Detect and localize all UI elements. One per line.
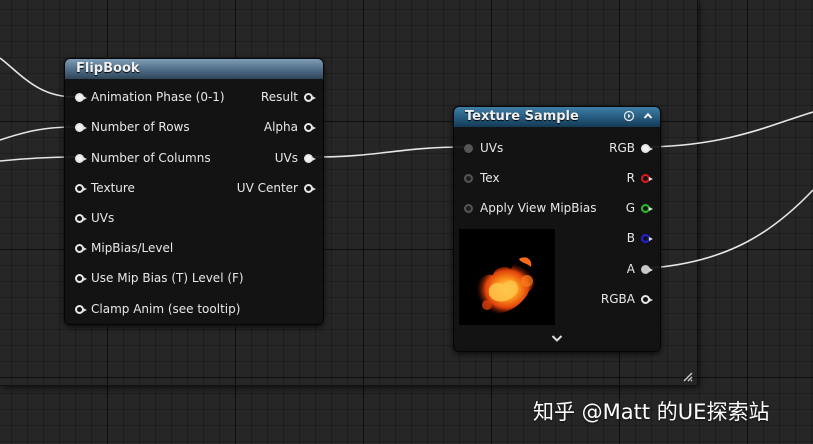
input-pin-number-of-rows[interactable]: Number of Rows <box>75 119 190 135</box>
pin-empty-icon[interactable] <box>75 273 87 283</box>
pin-label: UVs <box>91 211 115 225</box>
input-pin-use-mip-bias[interactable]: Use Mip Bias (T) Level (F) <box>75 270 244 286</box>
pin-connected-icon[interactable] <box>304 153 316 163</box>
pin-empty-icon[interactable] <box>641 294 653 304</box>
pin-connected-icon[interactable] <box>641 143 653 153</box>
pin-label: RGB <box>609 141 635 155</box>
input-pin-mipbias-level[interactable]: MipBias/Level <box>75 240 173 256</box>
texture-sample-node[interactable]: Texture Sample UVs Tex Apply View MipBia… <box>453 106 661 352</box>
input-pin-apply-view-mipbias[interactable]: Apply View MipBias <box>464 200 596 216</box>
output-pin-uvs[interactable]: UVs <box>274 150 316 166</box>
pin-label: Animation Phase (0-1) <box>91 90 225 104</box>
output-pin-b[interactable]: B <box>626 230 653 246</box>
pin-empty-icon[interactable] <box>464 173 473 183</box>
pin-label: G <box>625 201 635 215</box>
flipbook-node[interactable]: FlipBook Animation Phase (0-1) Number of… <box>64 58 324 325</box>
watermark-text: 知乎 @Matt 的UE探索站 <box>533 400 770 424</box>
pin-label: UV Center <box>236 181 298 195</box>
pin-label: B <box>626 231 635 245</box>
pin-label: Number of Rows <box>91 120 190 134</box>
chevron-down-icon[interactable] <box>549 333 565 345</box>
pin-blue-channel-icon[interactable] <box>641 233 653 243</box>
pin-empty-icon[interactable] <box>304 92 316 102</box>
pin-empty-icon[interactable] <box>304 122 316 132</box>
pin-connected-icon[interactable] <box>75 122 87 132</box>
input-pin-tex[interactable]: Tex <box>464 170 500 186</box>
input-pin-number-of-columns[interactable]: Number of Columns <box>75 150 211 166</box>
pin-green-channel-icon[interactable] <box>641 203 653 213</box>
output-pin-uv-center[interactable]: UV Center <box>236 180 316 196</box>
pin-red-channel-icon[interactable] <box>641 173 653 183</box>
pin-empty-icon[interactable] <box>75 183 87 193</box>
pin-label: Texture <box>91 181 135 195</box>
pin-label: Number of Columns <box>91 151 211 165</box>
pin-label: Tex <box>480 171 500 185</box>
pin-connected-icon[interactable] <box>75 92 87 102</box>
pin-label: Apply View MipBias <box>480 201 597 215</box>
texture-sample-node-title[interactable]: Texture Sample <box>454 107 660 127</box>
pin-label: UVs <box>274 151 298 165</box>
pin-label: A <box>626 262 635 276</box>
pin-label: UVs <box>480 141 504 155</box>
flipbook-node-title[interactable]: FlipBook <box>65 59 323 79</box>
pin-label: R <box>626 171 635 185</box>
input-pin-uvs[interactable]: UVs <box>75 210 114 226</box>
output-pin-rgba[interactable]: RGBA <box>600 291 653 307</box>
output-pin-rgb[interactable]: RGB <box>609 140 653 156</box>
pin-connected-icon[interactable] <box>75 153 87 163</box>
pin-empty-icon[interactable] <box>75 304 87 314</box>
pin-label: Alpha <box>263 120 298 134</box>
pin-empty-icon[interactable] <box>464 203 473 213</box>
output-pin-r[interactable]: R <box>626 170 653 186</box>
pin-label: Clamp Anim (see tooltip) <box>91 302 241 316</box>
pin-label: RGBA <box>600 292 635 306</box>
pin-empty-icon[interactable] <box>75 243 87 253</box>
output-pin-alpha[interactable]: Alpha <box>263 119 316 135</box>
pin-label: Use Mip Bias (T) Level (F) <box>91 271 244 285</box>
pin-connected-icon[interactable] <box>641 264 653 274</box>
output-pin-a[interactable]: A <box>626 261 653 277</box>
preview-toggle-icon[interactable] <box>622 110 636 124</box>
pin-empty-icon[interactable] <box>304 183 316 193</box>
input-pin-texture[interactable]: Texture <box>75 180 135 196</box>
input-pin-clamp-anim[interactable]: Clamp Anim (see tooltip) <box>75 301 240 317</box>
input-pin-uvs[interactable]: UVs <box>464 140 503 156</box>
output-pin-result[interactable]: Result <box>260 89 316 105</box>
resize-grip-icon[interactable] <box>680 370 694 384</box>
texture-sample-title-text: Texture Sample <box>465 109 579 124</box>
input-pin-animation-phase[interactable]: Animation Phase (0-1) <box>75 89 225 105</box>
pin-connected-icon[interactable] <box>464 143 473 153</box>
fire-texture-thumbnail <box>459 229 555 325</box>
collapse-caret-icon[interactable] <box>641 110 655 124</box>
pin-label: MipBias/Level <box>91 241 174 255</box>
pin-empty-icon[interactable] <box>75 213 87 223</box>
pin-label: Result <box>260 90 298 104</box>
output-pin-g[interactable]: G <box>625 200 653 216</box>
